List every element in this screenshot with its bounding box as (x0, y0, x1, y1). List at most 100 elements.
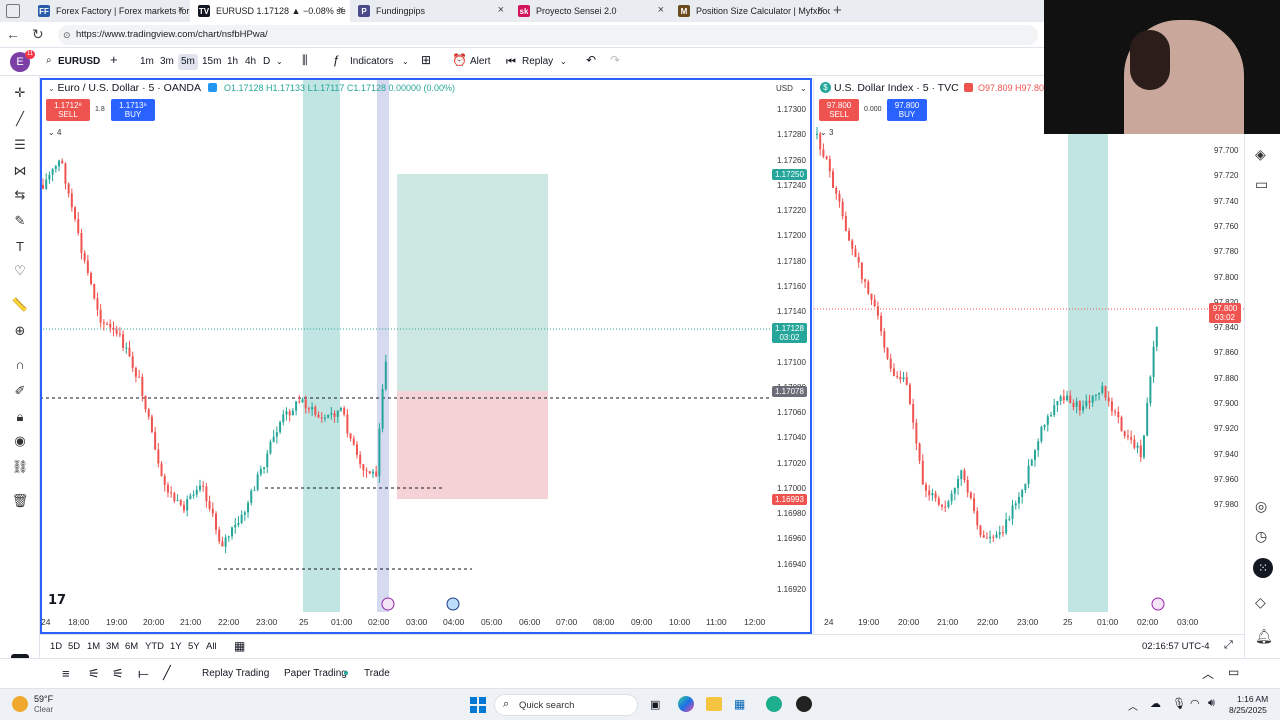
obs-icon[interactable] (796, 696, 812, 712)
utc-clock[interactable]: 02:16:57 UTC-4 (1142, 641, 1210, 652)
indicators-toggle[interactable]: ⌄ 4 (48, 128, 61, 137)
projection-icon[interactable]: ⇆ (11, 186, 29, 204)
bell-icon[interactable]: 🔔︎ (1255, 628, 1273, 645)
calendar-icon[interactable]: ▦ (234, 639, 245, 653)
interval-1h[interactable]: 1h (227, 54, 238, 70)
eurusd-chart-svg[interactable] (40, 78, 812, 634)
target-icon[interactable]: ◎ (1255, 498, 1267, 515)
dxy-buy-button[interactable]: 97.800 BUY (887, 99, 927, 121)
browser-tab-fundingpips[interactable]: P Fundingpips × (350, 0, 510, 22)
close-tab-icon[interactable]: × (658, 4, 664, 16)
range-1m[interactable]: 1M (87, 641, 100, 652)
url-field[interactable]: ⊙ https://www.tradingview.com/chart/nsfb… (58, 25, 1038, 45)
chevron-down-icon[interactable]: ⌄ (560, 54, 567, 70)
range-1y[interactable]: 1Y (170, 641, 182, 652)
tab-paper-trading[interactable]: Paper Trading (284, 668, 347, 679)
weather-desc[interactable]: Clear (34, 705, 53, 714)
candles-icon[interactable]: ⫼ (302, 52, 308, 68)
file-explorer-icon[interactable] (706, 697, 722, 711)
pencil-lock-icon[interactable]: ✐ (11, 382, 29, 400)
compare-add-button[interactable]: + (110, 52, 118, 68)
line-icon[interactable]: ⟝ (138, 666, 149, 682)
edge-icon[interactable] (766, 696, 782, 712)
taskbar-search-box[interactable]: ⌕ Quick search (494, 694, 638, 716)
maximize-icon[interactable]: ▭ (1228, 665, 1239, 679)
range-5d[interactable]: 5D (68, 641, 80, 652)
dxy-indicators-toggle[interactable]: ⌄ 3 (820, 128, 833, 137)
chevron-down-icon[interactable]: ⌄ (276, 54, 283, 70)
replay-button[interactable]: Replay (522, 54, 553, 70)
close-tab-icon[interactable]: × (178, 4, 184, 16)
eurusd-chart-pane[interactable] (40, 78, 812, 634)
dxy-chart-svg[interactable] (814, 78, 1244, 634)
browser-tab-myfxbook[interactable]: M Position Size Calculator | Myfxboo × (670, 0, 830, 22)
zoom-icon[interactable]: ⊕ (11, 322, 29, 340)
range-all[interactable]: All (206, 641, 217, 652)
tab-trade[interactable]: Trade (364, 668, 390, 679)
interval-4h[interactable]: 4h (245, 54, 256, 70)
ruler-icon[interactable]: 📏 (11, 296, 29, 314)
redo-icon[interactable]: ↷ (610, 52, 620, 68)
site-info-icon[interactable]: ⊙ (63, 25, 71, 45)
range-6m[interactable]: 6M (125, 641, 138, 652)
volume-icon[interactable]: 🔊︎ (1208, 697, 1215, 710)
range-1d[interactable]: 1D (50, 641, 62, 652)
panel-menu-icon[interactable]: ≡ (62, 666, 70, 681)
heart-icon[interactable]: ♡ (11, 262, 29, 280)
dxy-title[interactable]: U.S. Dollar Index · 5 · TVC (834, 82, 959, 94)
close-tab-icon[interactable]: × (338, 4, 344, 16)
trash-icon[interactable]: 🗑︎ (11, 492, 29, 510)
lock-icon[interactable]: 🔒︎ (11, 408, 29, 426)
weather-moon-icon[interactable] (12, 696, 28, 712)
clock-icon[interactable]: ◷ (1255, 528, 1267, 545)
task-view-icon[interactable]: ▣ (650, 698, 660, 711)
fib-icon[interactable]: ☰ (11, 136, 29, 154)
interval-15m[interactable]: 15m (202, 54, 221, 70)
clock-time[interactable]: 1:16 AM (1237, 694, 1268, 704)
refresh-icon[interactable]: ↻ (32, 26, 44, 43)
dxy-sell-button[interactable]: 97.800 SELL (819, 99, 859, 121)
layers-icon[interactable]: ◈ (1255, 146, 1266, 163)
range-3m[interactable]: 3M (106, 641, 119, 652)
pine-icon[interactable]: ⚟ (112, 666, 124, 682)
cloud-icon[interactable]: ☁ (1150, 697, 1161, 710)
interval-d[interactable]: D (263, 54, 270, 70)
chevron-down-icon[interactable]: ⌄ (402, 54, 409, 70)
crosshair-icon[interactable]: ✛ (11, 84, 29, 102)
new-tab-button[interactable]: + (833, 2, 842, 19)
pattern-icon[interactable]: ⋈ (11, 162, 29, 180)
trend-line-icon[interactable]: ╱ (11, 110, 29, 128)
pencil-icon[interactable]: ╱ (163, 665, 171, 681)
back-arrow-icon[interactable]: ← (6, 26, 20, 42)
eye-icon[interactable]: ◉ (11, 432, 29, 450)
eurusd-title[interactable]: Euro / U.S. Dollar · 5 · OANDA (57, 82, 201, 94)
browser-tab-forexfactory[interactable]: FF Forex Factory | Forex markets for × (30, 0, 190, 22)
indicators-button[interactable]: Indicators (350, 54, 393, 70)
start-windows-icon[interactable] (470, 697, 486, 713)
browser-tab-tradingview[interactable]: TV EURUSD 1.17128 ▲ −0.08% se × (190, 0, 350, 22)
chevron-down-icon[interactable]: ⌄ (800, 84, 807, 93)
interval-1m[interactable]: 1m (140, 54, 154, 70)
layouts-icon[interactable]: ⊞ (421, 52, 431, 68)
close-tab-icon[interactable]: × (498, 4, 504, 16)
magnet-icon[interactable]: ∩ (11, 356, 29, 374)
buy-button[interactable]: 1.1713⁶ BUY (111, 99, 155, 121)
currency-label[interactable]: USD (776, 84, 793, 93)
tab-replay-trading[interactable]: Replay Trading (202, 668, 269, 679)
copilot-icon[interactable] (678, 696, 694, 712)
range-5y[interactable]: 5Y (188, 641, 200, 652)
symbol-search[interactable]: EURUSD (58, 54, 100, 70)
link-icon[interactable]: ⛓ (11, 458, 29, 476)
interval-5m[interactable]: 5m (178, 54, 198, 70)
chevron-up-icon[interactable]: ︿ (1202, 665, 1214, 682)
alert-button[interactable]: Alert (470, 54, 491, 70)
sell-button[interactable]: 1.1712⁸ SELL (46, 99, 90, 121)
fullscreen-icon[interactable]: ⤢ (1224, 639, 1233, 652)
store-icon[interactable]: ▦ (734, 697, 745, 711)
browser-tab-sensei[interactable]: sk Proyecto Sensei 2.0 × (510, 0, 670, 22)
chat-icon[interactable]: ▭ (1255, 176, 1268, 193)
weather-temp[interactable]: 59°F (34, 694, 53, 704)
tab-actions-icon[interactable] (6, 4, 20, 18)
dxy-chart-pane[interactable] (813, 78, 1244, 634)
text-icon[interactable]: T (11, 238, 29, 256)
